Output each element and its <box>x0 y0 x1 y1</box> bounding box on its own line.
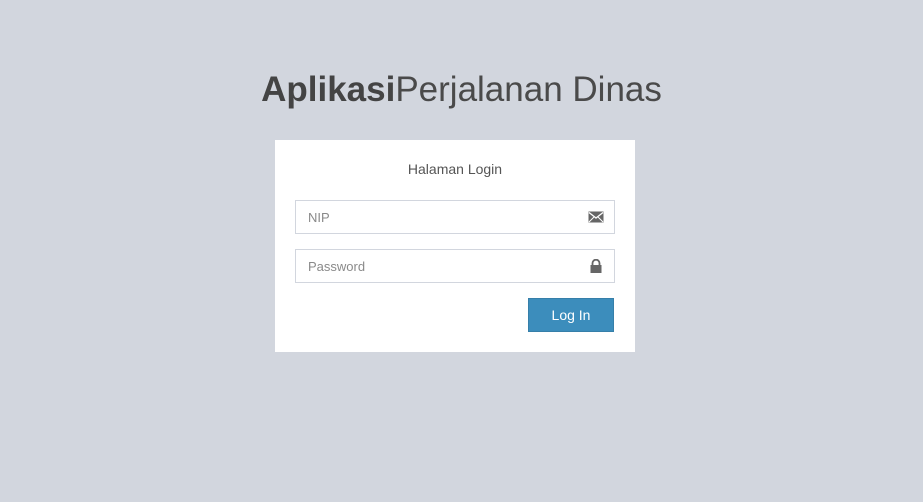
logo-bold-text: Aplikasi <box>261 70 396 109</box>
nip-input[interactable] <box>296 201 588 233</box>
app-logo: AplikasiPerjalanan Dinas <box>0 68 923 112</box>
login-button[interactable]: Log In <box>528 298 614 332</box>
lock-icon <box>588 258 604 273</box>
logo-light-text: Perjalanan Dinas <box>395 70 662 109</box>
login-box: Halaman Login Log In <box>275 140 635 352</box>
password-field-group <box>295 249 615 283</box>
nip-field-group <box>295 200 615 234</box>
login-box-title: Halaman Login <box>407 161 503 177</box>
password-input[interactable] <box>296 250 588 282</box>
envelope-icon <box>588 210 604 224</box>
